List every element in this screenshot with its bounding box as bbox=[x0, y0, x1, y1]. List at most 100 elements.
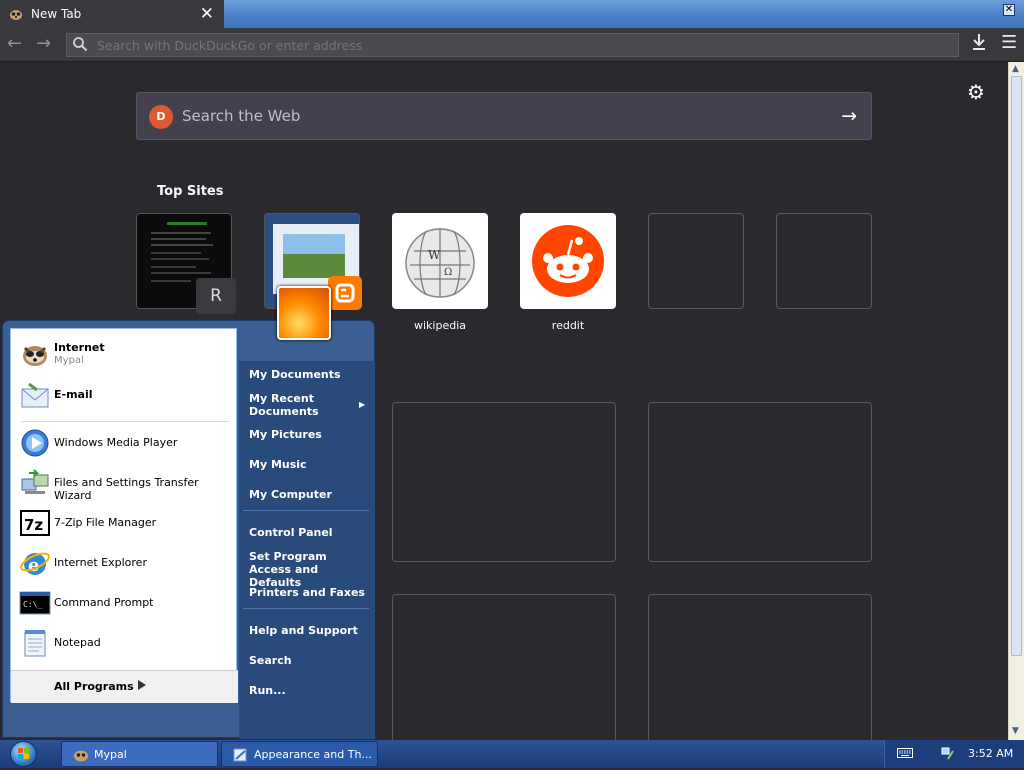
highlight-card-placeholder bbox=[392, 402, 616, 562]
top-site-tile-wikipedia[interactable]: WΩ bbox=[392, 213, 488, 309]
start-link-my-documents[interactable]: My Documents bbox=[249, 368, 341, 381]
system-tray: 3:52 AM bbox=[884, 740, 1024, 768]
taskbar-button-label: Mypal bbox=[94, 748, 127, 761]
highlight-card-placeholder bbox=[648, 594, 872, 754]
top-site-label-reddit: reddit bbox=[551, 319, 585, 332]
start-link-my-recent-documents[interactable]: My Recent Documents ▶ bbox=[249, 392, 365, 418]
start-item-command-prompt[interactable]: C:\_ Command Prompt bbox=[19, 584, 238, 622]
start-link-printers-and-faxes[interactable]: Printers and Faxes bbox=[249, 586, 365, 599]
top-site-empty-slot[interactable] bbox=[776, 213, 872, 309]
top-sites-heading: Top Sites bbox=[157, 184, 224, 199]
start-item-email[interactable]: E-mail bbox=[19, 377, 238, 415]
keyboard-icon[interactable] bbox=[897, 747, 913, 762]
start-item-notepad[interactable]: Notepad bbox=[19, 624, 238, 662]
submenu-arrow-icon: ▶ bbox=[359, 400, 366, 409]
top-site-tile-reddit[interactable] bbox=[520, 213, 616, 309]
windows-logo-icon bbox=[10, 741, 37, 767]
back-arrow-icon[interactable]: ← bbox=[7, 33, 22, 54]
mypal-icon bbox=[19, 338, 51, 370]
window-close-icon[interactable]: ✕ bbox=[1003, 4, 1015, 16]
start-item-7zip[interactable]: 7z 7-Zip File Manager bbox=[19, 504, 238, 542]
web-search-placeholder: Search the Web bbox=[182, 107, 301, 125]
web-search-box[interactable]: D Search the Web → bbox=[136, 92, 872, 140]
start-item-sublabel: Mypal bbox=[54, 355, 84, 366]
start-menu-programs-pane: Internet Mypal E-mail Windows Media Play… bbox=[10, 328, 238, 703]
start-link-search[interactable]: Search bbox=[249, 654, 292, 667]
start-item-label: Internet bbox=[54, 341, 105, 354]
url-input[interactable] bbox=[97, 36, 947, 54]
start-link-my-pictures[interactable]: My Pictures bbox=[249, 428, 322, 441]
start-menu-divider bbox=[243, 510, 369, 511]
wikipedia-globe-icon: WΩ bbox=[392, 228, 488, 313]
svg-text:C:\_: C:\_ bbox=[23, 600, 42, 609]
top-site-letter-badge: R bbox=[196, 278, 236, 314]
taskbar-button-appearance[interactable]: Appearance and Th... bbox=[221, 741, 378, 767]
mypal-tab-icon bbox=[8, 6, 24, 25]
mypal-icon bbox=[73, 748, 89, 765]
start-item-label: Notepad bbox=[54, 636, 101, 649]
internet-explorer-icon: e bbox=[19, 547, 51, 579]
my-recent-documents-label: My Recent Documents bbox=[249, 392, 319, 418]
start-link-my-computer[interactable]: My Computer bbox=[249, 488, 332, 501]
all-programs-button[interactable]: All Programs bbox=[11, 670, 238, 703]
email-icon bbox=[19, 380, 51, 412]
search-go-arrow-icon[interactable]: → bbox=[841, 105, 857, 127]
top-site-label-wikipedia: wikipedia bbox=[413, 319, 466, 332]
command-prompt-icon: C:\_ bbox=[19, 587, 51, 619]
start-link-my-music[interactable]: My Music bbox=[249, 458, 307, 471]
duckduckgo-logo-icon: D bbox=[149, 105, 173, 129]
close-tab-icon[interactable]: ✕ bbox=[200, 4, 214, 24]
scrollbar-thumb[interactable] bbox=[1011, 76, 1022, 656]
start-link-control-panel[interactable]: Control Panel bbox=[249, 526, 333, 539]
start-button[interactable] bbox=[0, 740, 52, 768]
arrow-right-icon bbox=[137, 679, 147, 694]
start-item-media-player[interactable]: Windows Media Player bbox=[19, 424, 238, 462]
media-player-icon bbox=[19, 427, 51, 459]
tab-strip: New Tab ✕ ✕ bbox=[0, 0, 1024, 28]
start-item-label: E-mail bbox=[54, 388, 93, 401]
notepad-icon bbox=[19, 627, 51, 659]
svg-text:Ω: Ω bbox=[444, 267, 452, 278]
start-item-label: 7-Zip File Manager bbox=[54, 516, 157, 529]
all-programs-label: All Programs bbox=[54, 680, 134, 693]
tab-title: New Tab bbox=[31, 7, 82, 21]
top-site-empty-slot[interactable] bbox=[648, 213, 744, 309]
start-link-help-and-support[interactable]: Help and Support bbox=[249, 624, 358, 637]
control-panel-icon bbox=[233, 748, 249, 765]
blogger-icon bbox=[328, 276, 362, 310]
scroll-down-icon[interactable]: ▼ bbox=[1012, 726, 1019, 736]
start-item-label: Files and Settings Transfer Wizard bbox=[54, 476, 199, 502]
network-icon[interactable] bbox=[940, 745, 956, 765]
navigation-toolbar: ← → ☰ bbox=[0, 28, 1024, 62]
start-item-label: Internet Explorer bbox=[54, 556, 147, 569]
download-icon[interactable] bbox=[971, 33, 987, 56]
start-item-label: Windows Media Player bbox=[54, 436, 178, 449]
transfer-wizard-icon bbox=[19, 467, 51, 499]
scroll-up-icon[interactable]: ▲ bbox=[1012, 64, 1019, 74]
address-bar[interactable] bbox=[66, 33, 959, 57]
start-item-internet-explorer[interactable]: e Internet Explorer bbox=[19, 544, 238, 582]
start-item-transfer-wizard[interactable]: Files and Settings Transfer Wizard bbox=[19, 464, 238, 502]
forward-arrow-icon[interactable]: → bbox=[36, 33, 51, 54]
menu-icon[interactable]: ☰ bbox=[1001, 32, 1017, 53]
tab-new-tab[interactable]: New Tab ✕ bbox=[0, 0, 224, 28]
user-avatar[interactable] bbox=[277, 286, 331, 340]
taskbar-button-label: Appearance and Th... bbox=[254, 748, 372, 761]
search-icon bbox=[72, 36, 88, 56]
clock[interactable]: 3:52 AM bbox=[968, 747, 1013, 760]
7zip-icon: 7z bbox=[19, 507, 51, 539]
start-item-internet[interactable]: Internet Mypal bbox=[19, 335, 238, 373]
taskbar-button-mypal[interactable]: Mypal bbox=[61, 741, 218, 767]
start-menu: Internet Mypal E-mail Windows Media Play… bbox=[2, 320, 375, 739]
svg-text:7z: 7z bbox=[24, 516, 43, 534]
start-item-label: Command Prompt bbox=[54, 596, 154, 609]
start-menu-divider bbox=[243, 608, 369, 609]
highlight-card-placeholder bbox=[392, 594, 616, 754]
start-link-run[interactable]: Run... bbox=[249, 684, 286, 697]
start-link-set-program-access[interactable]: Set Program Access and Defaults bbox=[249, 550, 367, 589]
start-menu-places-pane: My Documents My Recent Documents ▶ My Pi… bbox=[239, 361, 375, 739]
vertical-scrollbar[interactable]: ▲ ▼ bbox=[1008, 62, 1024, 740]
gear-icon[interactable]: ⚙ bbox=[967, 80, 985, 104]
svg-text:W: W bbox=[428, 248, 441, 262]
start-menu-divider bbox=[21, 421, 229, 422]
